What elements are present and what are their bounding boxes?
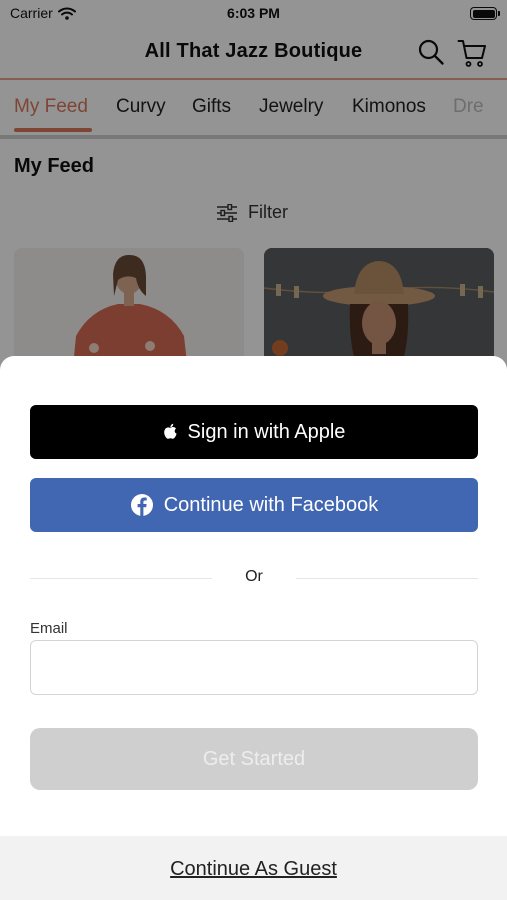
- email-label: Email: [30, 620, 68, 637]
- continue-as-guest-link[interactable]: Continue As Guest: [0, 858, 507, 881]
- get-started-button[interactable]: Get Started: [30, 728, 478, 790]
- divider-line-right: [296, 578, 478, 579]
- facebook-button-label: Continue with Facebook: [163, 493, 379, 516]
- apple-icon: [163, 423, 177, 439]
- guest-bar: Continue As Guest: [0, 836, 507, 900]
- email-field[interactable]: [30, 640, 478, 695]
- continue-with-facebook-button[interactable]: Continue with Facebook: [30, 478, 478, 532]
- or-divider: Or: [30, 567, 478, 589]
- facebook-icon: [130, 494, 153, 516]
- sign-in-with-apple-button[interactable]: Sign in with Apple: [30, 405, 478, 459]
- or-label: Or: [245, 568, 263, 585]
- apple-button-label: Sign in with Apple: [187, 420, 346, 443]
- get-started-label: Get Started: [202, 747, 306, 770]
- sign-in-sheet: Sign in with Apple Continue with Faceboo…: [0, 356, 507, 900]
